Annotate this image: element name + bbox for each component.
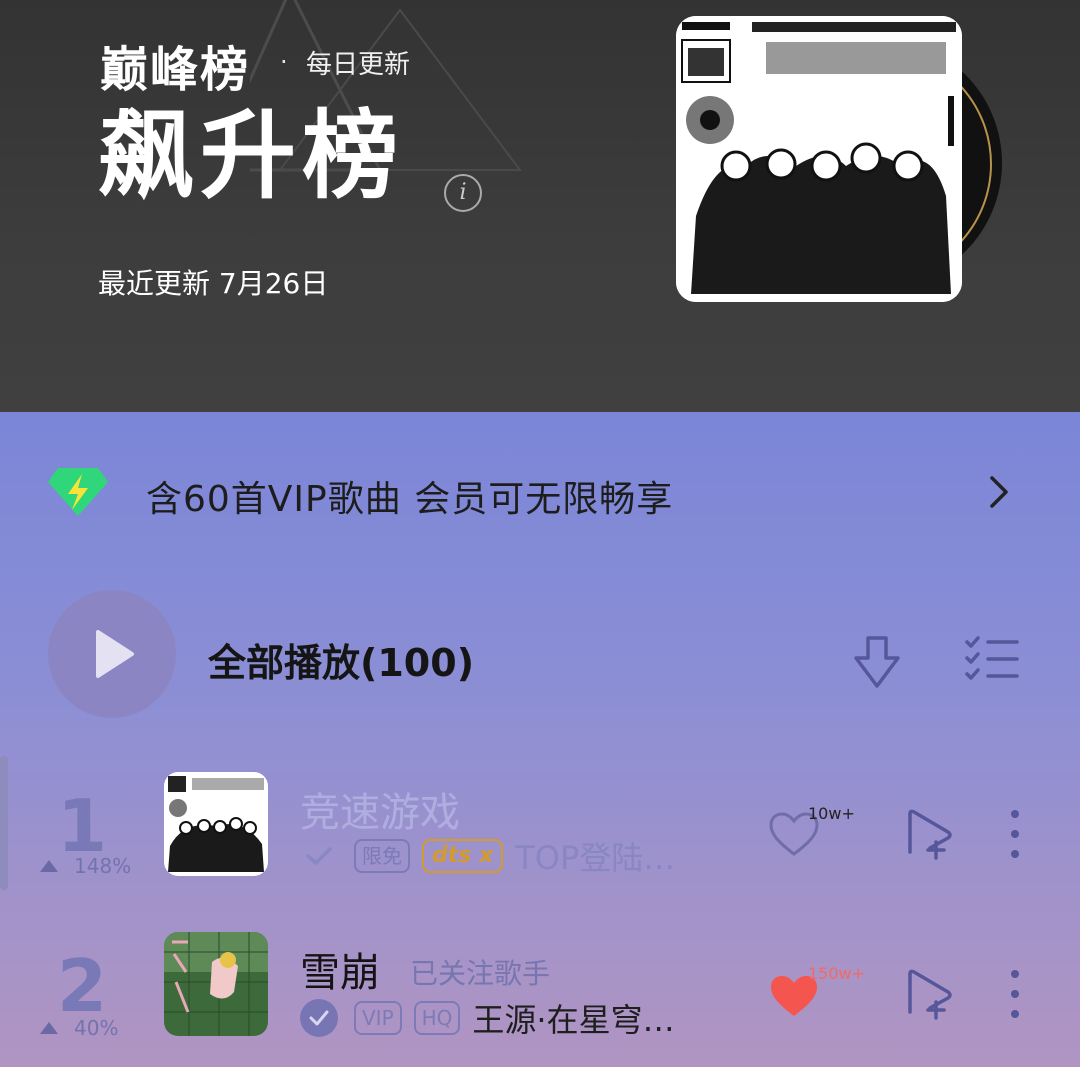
song-cover-image — [164, 932, 268, 1036]
batch-select-list-icon[interactable] — [964, 636, 1020, 682]
song-title: 竞速游戏 — [300, 790, 460, 836]
dts-x-badge: dts x — [422, 839, 504, 873]
play-all-label[interactable]: 全部播放(100) — [208, 632, 474, 687]
more-options-icon[interactable] — [1008, 808, 1022, 860]
artist-album: TOP登陆… — [515, 839, 676, 877]
song-list-panel: 含60首VIP歌曲 会员可无限畅享 全部播放(100) 1 148% 竞速游戏 … — [0, 412, 1080, 1067]
checkmark-icon — [300, 999, 338, 1037]
brand-separator: · — [280, 48, 288, 76]
song-thumbnail[interactable] — [164, 772, 268, 876]
brand-title: 巅峰榜 — [100, 42, 251, 98]
rank-change: 148% — [40, 854, 131, 878]
brand-subtitle: 每日更新 — [306, 50, 411, 80]
chevron-right-icon — [990, 476, 1008, 508]
chart-title: 飙升榜 — [98, 100, 404, 212]
vip-diamond-icon — [48, 468, 108, 516]
like-count: 150w+ — [808, 964, 866, 983]
song-meta: VIP HQ 王源·在星穹… — [300, 998, 675, 1039]
add-to-playlist-icon[interactable] — [904, 968, 954, 1020]
download-icon[interactable] — [850, 634, 904, 692]
rank-change: 40% — [40, 1016, 118, 1040]
play-icon — [96, 630, 134, 678]
add-to-playlist-icon[interactable] — [904, 808, 954, 860]
info-icon[interactable]: i — [444, 174, 482, 212]
hq-badge: HQ — [413, 1001, 461, 1035]
album-art-image — [676, 16, 962, 302]
vip-badge: VIP — [354, 1001, 402, 1035]
like-count: 10w+ — [808, 804, 855, 823]
update-date: 最近更新 7月26日 — [98, 267, 329, 300]
rank-up-icon — [40, 860, 58, 872]
followed-artist-tag: 已关注歌手 — [410, 957, 551, 990]
vip-banner[interactable]: 含60首VIP歌曲 会员可无限畅享 — [0, 456, 1080, 526]
song-row[interactable]: 2 40% 雪崩 已关注歌手 VIP HQ 王源·在星穹… 150w+ — [0, 922, 1080, 1062]
song-title: 雪崩 — [300, 950, 380, 996]
play-all-button[interactable] — [48, 590, 176, 718]
vip-banner-text: 含60首VIP歌曲 会员可无限畅享 — [146, 479, 674, 520]
song-row[interactable]: 1 148% 竞速游戏 限免 dts x TOP登陆… 10w+ — [0, 762, 1080, 902]
checkmark-icon — [300, 837, 338, 875]
chart-header: 巅峰榜 · 每日更新 飙升榜 i 最近更新 7月26日 — [0, 0, 1080, 412]
song-cover-image — [164, 772, 268, 876]
chart-cover-art[interactable] — [676, 16, 962, 302]
rank-change-value: 40% — [74, 1016, 119, 1040]
rank-up-icon — [40, 1022, 58, 1034]
artist-album: 王源·在星穹… — [472, 1001, 675, 1039]
song-thumbnail[interactable] — [164, 932, 268, 1036]
free-badge: 限免 — [354, 839, 410, 873]
song-meta: 限免 dts x TOP登陆… — [300, 836, 676, 877]
more-options-icon[interactable] — [1008, 968, 1022, 1020]
rank-change-value: 148% — [74, 854, 132, 878]
